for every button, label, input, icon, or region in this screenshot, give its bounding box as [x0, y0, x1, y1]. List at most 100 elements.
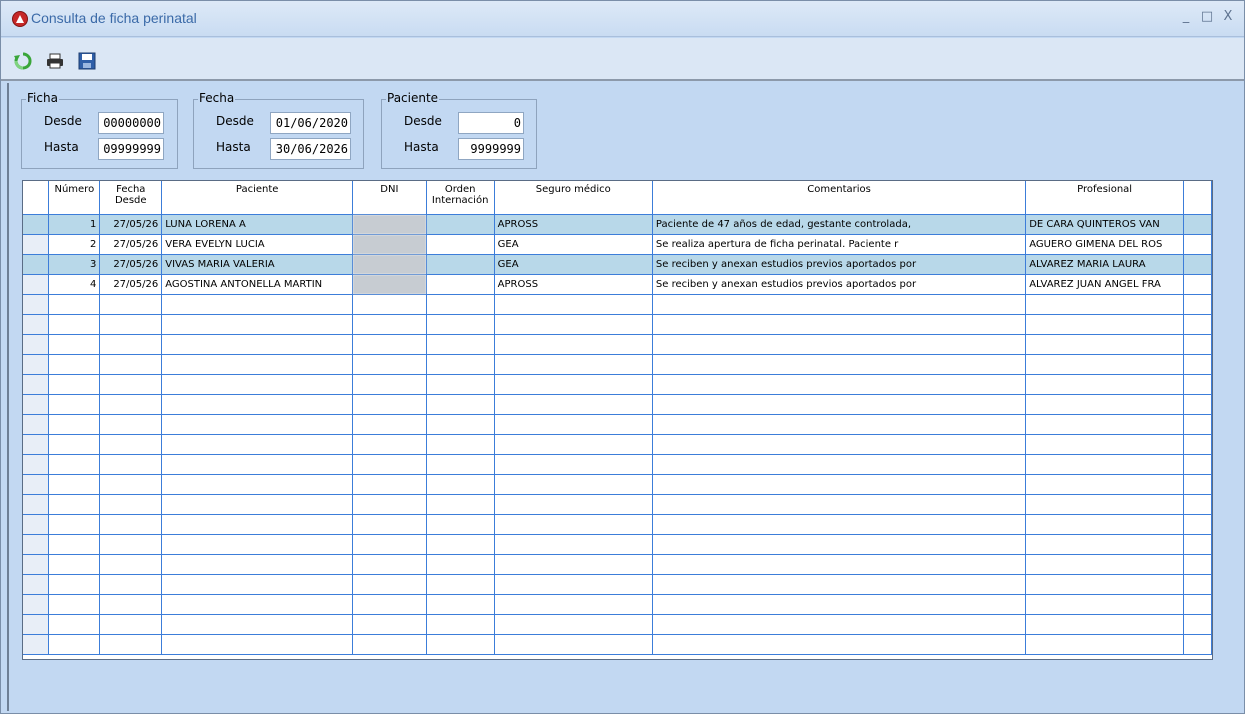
dni-cell[interactable]	[352, 474, 427, 495]
paciente-cell[interactable]	[161, 634, 354, 655]
row-indicator[interactable]	[23, 214, 50, 235]
fecha-hasta-field[interactable]: 30/06/2026	[270, 138, 351, 160]
comentarios-cell[interactable]	[652, 534, 1027, 555]
seguro-cell[interactable]	[494, 434, 653, 455]
paciente-cell[interactable]: VERA EVELYN LUCIA	[161, 234, 354, 255]
column-header[interactable]: Paciente	[161, 181, 354, 215]
paciente-cell[interactable]	[161, 294, 354, 315]
dni-cell[interactable]	[352, 534, 427, 555]
orden-cell[interactable]	[426, 354, 495, 375]
orden-cell[interactable]	[426, 234, 495, 255]
fecha-cell[interactable]	[99, 594, 163, 615]
dni-cell[interactable]	[352, 554, 427, 575]
orden-cell[interactable]	[426, 394, 495, 415]
row-indicator[interactable]	[23, 574, 50, 595]
fecha-cell[interactable]: 27/05/26	[99, 214, 163, 235]
profesional-cell[interactable]	[1025, 314, 1185, 335]
profesional-cell[interactable]	[1025, 434, 1185, 455]
table-row[interactable]	[23, 614, 1212, 635]
profesional-cell[interactable]	[1025, 294, 1185, 315]
dni-cell[interactable]	[352, 394, 427, 415]
comentarios-cell[interactable]	[652, 594, 1027, 615]
paciente-cell[interactable]	[161, 314, 354, 335]
orden-cell[interactable]	[426, 614, 495, 635]
results-grid[interactable]: Número Fecha Desde Paciente DNI Orden In…	[22, 180, 1213, 660]
numero-cell[interactable]	[48, 454, 101, 475]
title-bar[interactable]: Consulta de ficha perinatal _ □ X	[1, 1, 1244, 37]
orden-cell[interactable]	[426, 594, 495, 615]
seguro-cell[interactable]: GEA	[494, 234, 653, 255]
table-row[interactable]	[23, 554, 1212, 575]
ficha-hasta-field[interactable]: 09999999	[98, 138, 164, 160]
close-button[interactable]: X	[1218, 7, 1238, 27]
paciente-cell[interactable]	[161, 414, 354, 435]
numero-cell[interactable]	[48, 534, 101, 555]
fecha-cell[interactable]	[99, 474, 163, 495]
row-indicator[interactable]	[23, 334, 50, 355]
dni-cell[interactable]	[352, 434, 427, 455]
numero-cell[interactable]	[48, 294, 101, 315]
paciente-cell[interactable]	[161, 554, 354, 575]
comentarios-cell[interactable]	[652, 614, 1027, 635]
comentarios-cell[interactable]: Se realiza apertura de ficha perinatal. …	[652, 234, 1027, 255]
fecha-cell[interactable]	[99, 554, 163, 575]
table-row[interactable]	[23, 394, 1212, 415]
fecha-cell[interactable]	[99, 354, 163, 375]
column-header[interactable]: Profesional	[1025, 181, 1185, 215]
numero-cell[interactable]	[48, 374, 101, 395]
row-indicator[interactable]	[23, 414, 50, 435]
profesional-cell[interactable]	[1025, 354, 1185, 375]
dni-cell[interactable]	[352, 254, 427, 275]
numero-cell[interactable]	[48, 354, 101, 375]
table-row[interactable]: 3 27/05/26 VIVAS MARIA VALERIA GEA Se recibe…	[23, 254, 1212, 275]
orden-cell[interactable]	[426, 214, 495, 235]
numero-cell[interactable]	[48, 414, 101, 435]
seguro-cell[interactable]	[494, 554, 653, 575]
table-row[interactable]	[23, 574, 1212, 595]
comentarios-cell[interactable]	[652, 354, 1027, 375]
table-row[interactable]	[23, 314, 1212, 335]
row-indicator[interactable]	[23, 554, 50, 575]
table-row[interactable]	[23, 634, 1212, 655]
paciente-desde-field[interactable]: 0	[458, 112, 524, 134]
column-header[interactable]: Comentarios	[652, 181, 1027, 215]
minimize-button[interactable]: _	[1176, 7, 1196, 27]
seguro-cell[interactable]	[494, 614, 653, 635]
seguro-cell[interactable]	[494, 334, 653, 355]
numero-cell[interactable]: 1	[48, 214, 101, 235]
seguro-cell[interactable]	[494, 414, 653, 435]
dni-cell[interactable]	[352, 614, 427, 635]
table-row[interactable]: 4 27/05/26 AGOSTINA ANTONELLA MARTIN APROSS…	[23, 274, 1212, 295]
ficha-desde-field[interactable]: 00000000	[98, 112, 164, 134]
profesional-cell[interactable]	[1025, 334, 1185, 355]
seguro-cell[interactable]: GEA	[494, 254, 653, 275]
fecha-cell[interactable]	[99, 614, 163, 635]
comentarios-cell[interactable]: Paciente de 47 años de edad, gestante co…	[652, 214, 1027, 235]
profesional-cell[interactable]	[1025, 574, 1185, 595]
comentarios-cell[interactable]	[652, 574, 1027, 595]
orden-cell[interactable]	[426, 254, 495, 275]
table-row[interactable]	[23, 374, 1212, 395]
table-row[interactable]	[23, 294, 1212, 315]
table-row[interactable]	[23, 534, 1212, 555]
column-header[interactable]: Número	[48, 181, 101, 215]
numero-cell[interactable]	[48, 314, 101, 335]
dni-cell[interactable]	[352, 354, 427, 375]
table-row[interactable]	[23, 494, 1212, 515]
row-indicator[interactable]	[23, 474, 50, 495]
profesional-cell[interactable]: ALVAREZ JUAN ANGEL FRA	[1025, 274, 1185, 295]
fecha-cell[interactable]	[99, 514, 163, 535]
row-indicator[interactable]	[23, 254, 50, 275]
column-header[interactable]: DNI	[352, 181, 427, 215]
paciente-cell[interactable]	[161, 514, 354, 535]
seguro-cell[interactable]	[494, 474, 653, 495]
orden-cell[interactable]	[426, 374, 495, 395]
comentarios-cell[interactable]	[652, 374, 1027, 395]
table-row[interactable]: 1 27/05/26 LUNA LORENA A APROSS Paciente de …	[23, 214, 1212, 235]
dni-cell[interactable]	[352, 574, 427, 595]
dni-cell[interactable]	[352, 494, 427, 515]
dni-cell[interactable]	[352, 454, 427, 475]
numero-cell[interactable]	[48, 494, 101, 515]
row-indicator[interactable]	[23, 514, 50, 535]
paciente-cell[interactable]: AGOSTINA ANTONELLA MARTIN	[161, 274, 354, 295]
